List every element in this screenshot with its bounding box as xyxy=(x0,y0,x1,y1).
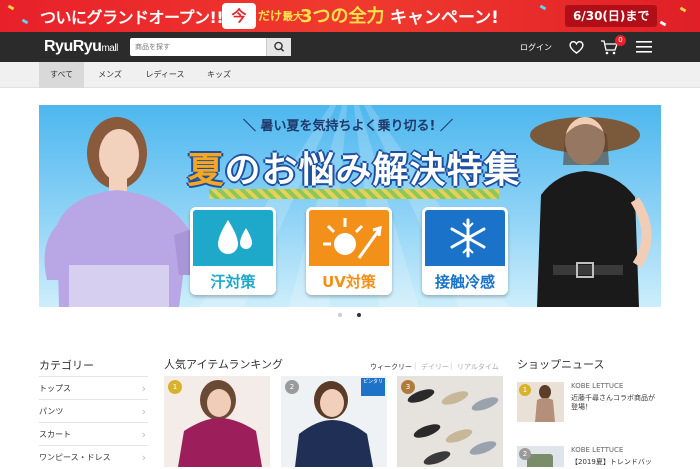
logo-suffix: mall xyxy=(101,43,118,54)
news-brand: KOBE LETTUCE xyxy=(571,446,624,454)
confetti xyxy=(21,18,29,25)
feature-icon-bg xyxy=(425,210,505,266)
tab-all[interactable]: すべて xyxy=(39,62,84,88)
carousel-dot-2[interactable] xyxy=(357,313,361,317)
confetti xyxy=(7,4,15,11)
period-weekly[interactable]: ウィークリー xyxy=(370,362,412,372)
rank-number: 2 xyxy=(285,380,299,394)
ranking-item-3[interactable]: 3 xyxy=(397,376,503,467)
feature-icon-bg xyxy=(309,210,389,266)
search-input[interactable] xyxy=(130,38,266,56)
category-title: カテゴリー xyxy=(39,359,94,372)
search-box xyxy=(130,38,291,56)
category-label: スカート xyxy=(39,430,71,439)
carousel-dot-1[interactable] xyxy=(338,313,342,317)
carousel-dots xyxy=(0,313,700,319)
site-header: RyuRyumall ログイン 0 xyxy=(0,32,700,62)
login-link[interactable]: ログイン xyxy=(520,42,552,53)
period-daily[interactable]: デイリー xyxy=(421,362,449,372)
promo-banner[interactable]: ついにグランドオープン!! 今 だけ! 最大 3つの全力 キャンペーン! 6/3… xyxy=(0,0,700,32)
sun-icon xyxy=(323,218,382,259)
chevron-right-icon: › xyxy=(141,382,146,395)
promo-date: 6/30(日)まで xyxy=(565,5,658,27)
confetti xyxy=(679,6,687,13)
category-item[interactable]: ワンピース・ドレス › xyxy=(39,445,148,468)
logo-text: RyuRyu xyxy=(44,38,102,55)
ranking-item-2[interactable]: 2 ピンタリ xyxy=(281,376,387,467)
promo-now-badge: 今 xyxy=(222,3,256,29)
ranking-title: 人気アイテムランキング xyxy=(164,358,284,371)
category-nav: すべて メンズ レディース キッズ xyxy=(0,62,700,88)
hero-title-rest: のお悩み解決特集 xyxy=(224,150,521,191)
period-divider: | xyxy=(414,362,417,370)
feature-card-uv[interactable]: UV対策 xyxy=(306,207,392,295)
tab-ladies[interactable]: レディース xyxy=(138,62,192,88)
pintari-sticker: ピンタリ xyxy=(361,378,385,396)
category-label: トップス xyxy=(39,384,71,393)
menu-icon[interactable] xyxy=(636,40,652,54)
feature-icon-bg xyxy=(193,210,273,266)
hero-title-first-char: 夏 xyxy=(187,150,225,191)
search-icon xyxy=(274,41,285,52)
news-text: 近藤千尋さんコラボ商品が登場！ xyxy=(571,394,655,411)
feature-label-uv: UV対策 xyxy=(309,266,389,292)
feature-card-cooling[interactable]: 接触冷感 xyxy=(422,207,508,295)
droplet-icon xyxy=(218,220,252,254)
rank-number: 1 xyxy=(168,380,182,394)
feature-label-sweat: 汗対策 xyxy=(193,266,273,292)
promo-grand-open-text: ついにグランドオープン!! xyxy=(40,8,224,27)
category-item[interactable]: パンツ › xyxy=(39,399,148,422)
feature-label-cooling: 接触冷感 xyxy=(425,266,505,292)
news-number: 2 xyxy=(519,448,531,460)
news-item[interactable]: 1 KOBE LETTUCE 近藤千尋さんコラボ商品が登場！ xyxy=(517,382,660,427)
promo-campaign-text: キャンペーン! xyxy=(390,8,499,28)
promo-three-text: 3つの全力 xyxy=(300,6,385,27)
ranking-item-1[interactable]: 1 xyxy=(164,376,270,467)
site-logo[interactable]: RyuRyumall xyxy=(44,38,118,56)
cart-count-badge: 0 xyxy=(615,35,626,46)
tab-kids[interactable]: キッズ xyxy=(198,62,240,88)
news-number: 1 xyxy=(519,384,531,396)
confetti xyxy=(539,4,547,11)
news-brand: KOBE LETTUCE xyxy=(571,382,624,390)
chevron-right-icon: › xyxy=(141,428,146,441)
heart-icon[interactable] xyxy=(568,39,585,55)
search-button[interactable] xyxy=(266,38,291,56)
news-title: ショップニュース xyxy=(517,358,605,371)
chevron-right-icon: › xyxy=(141,405,146,418)
hero-subtitle: ＼ 暑い夏を気持ちよく乗り切る! ／ xyxy=(243,119,453,134)
model-right-image xyxy=(530,117,652,307)
hero-banner[interactable]: ＼ 暑い夏を気持ちよく乗り切る! ／ 夏のお悩み解決特集 汗対策 UV対策 接触… xyxy=(39,105,661,307)
category-item[interactable]: スカート › xyxy=(39,422,148,445)
tab-mens[interactable]: メンズ xyxy=(90,62,130,88)
category-label: パンツ xyxy=(39,407,64,416)
category-label: ワンピース・ドレス xyxy=(39,453,111,462)
rank-number: 3 xyxy=(401,380,415,394)
category-item[interactable]: トップス › xyxy=(39,376,148,399)
feature-card-sweat[interactable]: 汗対策 xyxy=(190,207,276,295)
snowflake-icon xyxy=(450,218,486,258)
period-realtime[interactable]: リアルタイム xyxy=(457,362,499,372)
news-item[interactable]: 2 KOBE LETTUCE 【2019夏】トレンドバッ xyxy=(517,446,660,467)
hero-title: 夏のお悩み解決特集 xyxy=(169,141,539,193)
category-list: トップス › パンツ › スカート › ワンピース・ドレス › xyxy=(39,376,148,468)
news-text: 【2019夏】トレンドバッ xyxy=(571,458,652,466)
chevron-right-icon: › xyxy=(141,451,146,464)
period-divider: | xyxy=(450,362,453,370)
confetti xyxy=(659,20,667,27)
model-left-image xyxy=(44,117,203,307)
